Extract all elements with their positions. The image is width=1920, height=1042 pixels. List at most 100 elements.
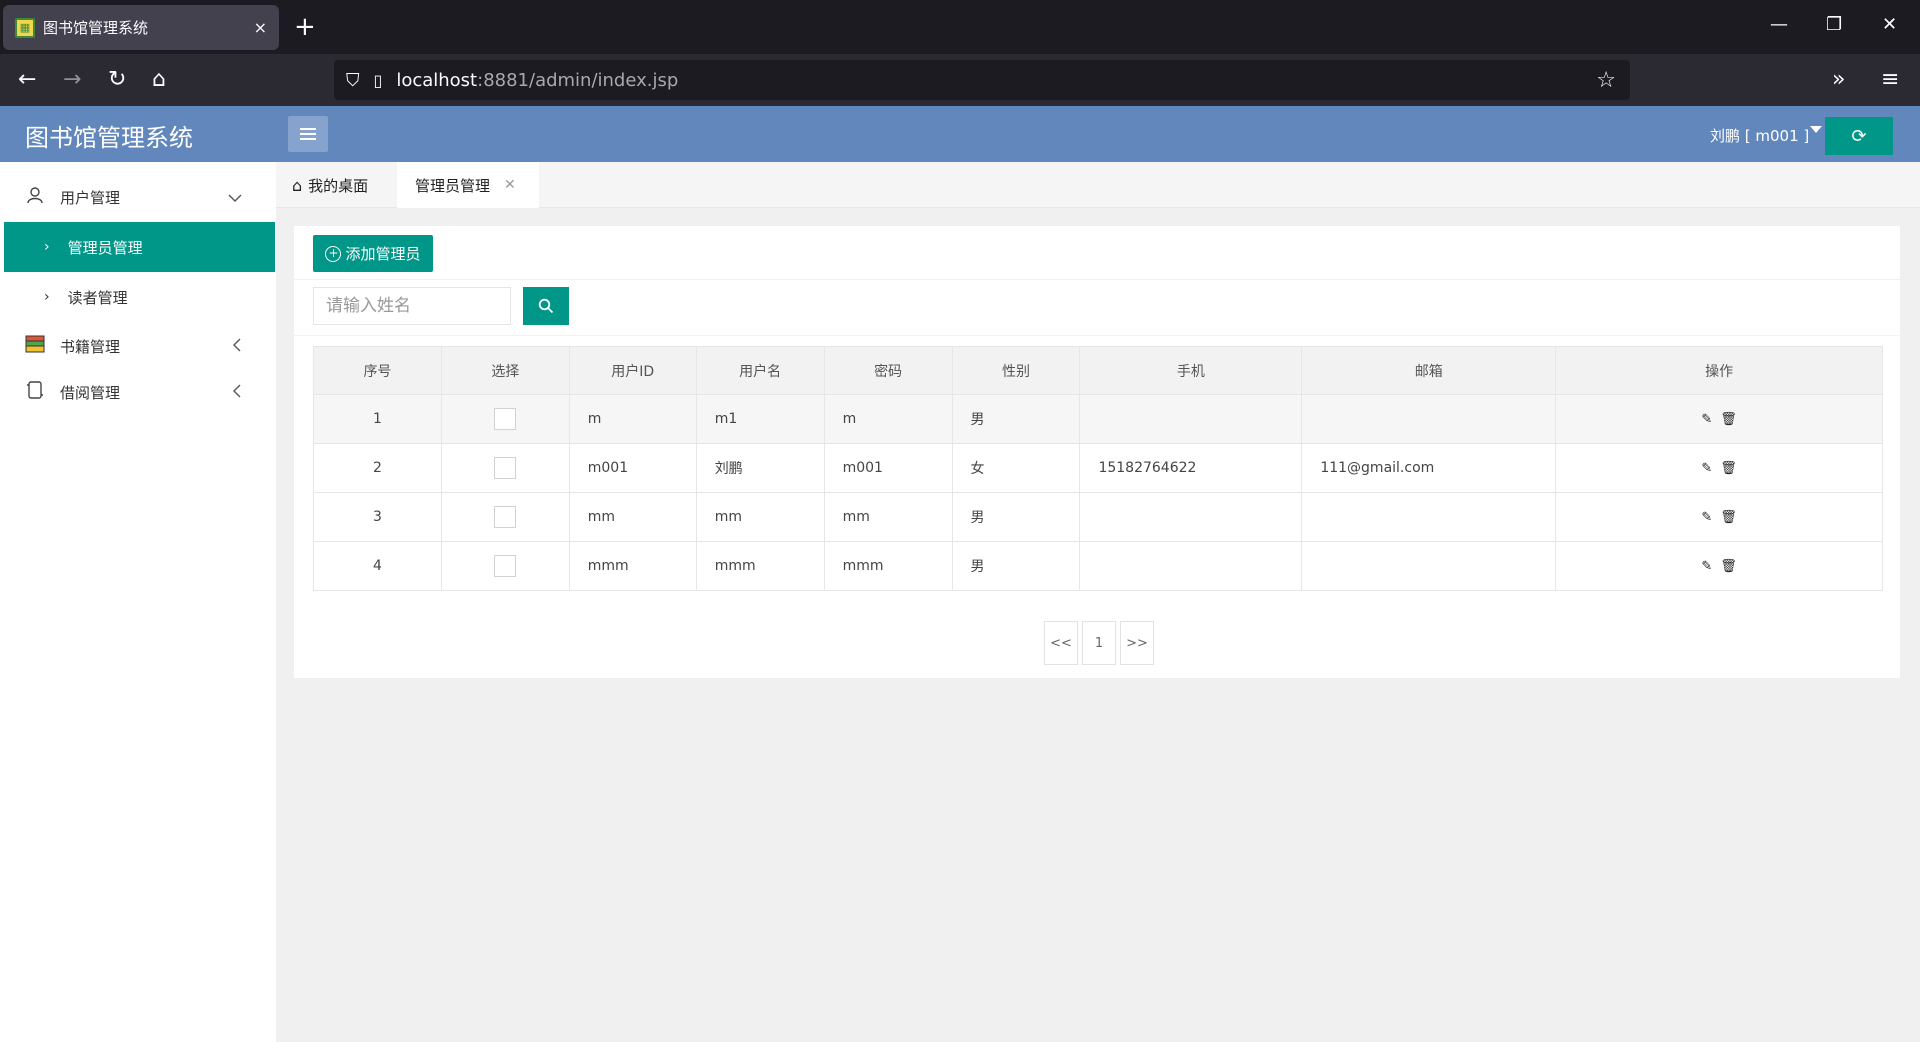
password-cell: mmm — [823, 541, 953, 591]
back-arrow-icon[interactable]: ← — [18, 67, 36, 93]
reload-icon[interactable]: ↻ — [108, 67, 126, 93]
username-cell: m1 — [695, 394, 825, 444]
hamburger-menu-icon[interactable]: ≡ — [1881, 67, 1899, 93]
row-number: 3 — [313, 492, 442, 542]
user-id-cell: m001 — [568, 443, 697, 493]
sidebar-group-books[interactable]: 书籍管理 — [0, 322, 276, 370]
sidebar-item-label: 读者管理 — [67, 288, 128, 307]
plus-circle-icon: + — [325, 245, 342, 262]
user-id-cell: mm — [568, 492, 697, 542]
name-search-input[interactable] — [313, 287, 511, 325]
table-header-row: 序号 选择 用户ID 用户名 密码 性别 手机 邮箱 操作 — [313, 346, 1883, 395]
home-icon: ⌂ — [292, 175, 303, 195]
row-checkbox[interactable] — [494, 555, 517, 577]
actions-cell: ✎ 🗑 — [1555, 541, 1883, 591]
username-cell: mmm — [695, 541, 825, 591]
refresh-button[interactable]: ⟳ — [1825, 117, 1893, 155]
actions-cell: ✎ 🗑 — [1555, 443, 1883, 493]
caret-down-icon[interactable] — [1810, 126, 1822, 133]
phone-cell — [1079, 541, 1303, 591]
forward-arrow-icon[interactable]: → — [63, 67, 81, 93]
app-header: 图书馆管理系统 刘鹏 [ m001 ] ⟳ — [0, 106, 1920, 162]
email-cell — [1301, 541, 1557, 591]
sidebar-group-label: 用户管理 — [60, 188, 121, 207]
sidebar-item-admin[interactable]: › 管理员管理 — [4, 222, 275, 272]
page-tabs: ⌂ 我的桌面 管理员管理 ✕ — [276, 162, 1920, 208]
column-header: 选择 — [440, 346, 570, 395]
sidebar-item-label: 管理员管理 — [67, 238, 143, 257]
search-button[interactable] — [523, 287, 569, 325]
edit-pencil-icon[interactable]: ✎ — [1701, 412, 1712, 427]
row-checkbox[interactable] — [494, 506, 517, 528]
toolbar: + 添加管理员 — [294, 226, 1900, 280]
close-icon[interactable]: ✕ — [504, 177, 516, 193]
sidebar-group-label: 借阅管理 — [60, 383, 121, 402]
minimize-button[interactable]: — — [1770, 14, 1788, 35]
add-admin-button[interactable]: + 添加管理员 — [313, 235, 433, 272]
password-cell: m001 — [823, 443, 953, 493]
browser-tab-bar: ▦ 图书馆管理系统 × + — ❐ ✕ — [0, 0, 1920, 54]
email-cell — [1301, 394, 1557, 444]
edit-pencil-icon[interactable]: ✎ — [1701, 510, 1712, 525]
table-row: 1 m m1 m 男 ✎ 🗑 — [313, 394, 1883, 444]
user-menu[interactable]: 刘鹏 [ m001 ] — [1710, 125, 1809, 146]
row-number: 4 — [313, 541, 442, 591]
row-number: 2 — [313, 443, 442, 493]
content-card: + 添加管理员 序号 选择 用户ID 用户名 密码 性别 手机 邮箱 操作 — [294, 226, 1900, 678]
overflow-chevron-icon[interactable]: » — [1832, 67, 1845, 93]
close-tab-icon[interactable]: × — [254, 18, 267, 37]
phone-cell — [1079, 492, 1303, 542]
column-header: 手机 — [1079, 346, 1303, 395]
user-id-cell: m — [568, 394, 697, 444]
edit-pencil-icon[interactable]: ✎ — [1701, 559, 1712, 574]
app-logo: 图书馆管理系统 — [25, 124, 193, 152]
bookmark-star-icon[interactable]: ☆ — [1596, 68, 1616, 93]
close-window-button[interactable]: ✕ — [1882, 14, 1897, 35]
gender-cell: 男 — [951, 492, 1081, 542]
password-cell: m — [823, 394, 953, 444]
url-bar[interactable]: ⛉ ▯ localhost :8881/admin/index.jsp ☆ — [334, 60, 1630, 100]
prev-page-button[interactable]: << — [1044, 621, 1078, 665]
sidebar-group-users[interactable]: 用户管理 — [0, 173, 276, 221]
home-icon[interactable]: ⌂ — [152, 67, 166, 93]
trash-icon[interactable]: 🗑 — [1720, 461, 1737, 476]
tab-label: 我的桌面 — [308, 176, 369, 195]
page-number-button[interactable]: 1 — [1082, 621, 1116, 665]
row-select-cell — [440, 443, 570, 493]
row-number: 1 — [313, 394, 442, 444]
browser-tab[interactable]: ▦ 图书馆管理系统 × — [3, 5, 279, 50]
gender-cell: 男 — [951, 541, 1081, 591]
row-checkbox[interactable] — [494, 457, 517, 479]
email-cell — [1301, 492, 1557, 542]
list-icon — [300, 138, 316, 140]
page-icon: ▯ — [373, 70, 383, 90]
trash-icon[interactable]: 🗑 — [1720, 510, 1737, 525]
browser-tab-title: 图书馆管理系统 — [43, 19, 149, 37]
row-checkbox[interactable] — [494, 408, 517, 430]
shield-icon[interactable]: ⛉ — [346, 70, 360, 91]
user-id-cell: mmm — [568, 541, 697, 591]
new-tab-button[interactable]: + — [294, 12, 316, 42]
chevron-left-icon — [232, 337, 242, 356]
pagination: << 1 >> — [1044, 621, 1154, 665]
sidebar-group-borrowing[interactable]: 借阅管理 — [0, 368, 276, 416]
sidebar-item-readers[interactable]: › 读者管理 — [0, 272, 276, 322]
admin-table: 序号 选择 用户ID 用户名 密码 性别 手机 邮箱 操作 1 m m1 m 男 — [313, 346, 1883, 591]
tab-label: 管理员管理 — [415, 176, 491, 195]
edit-pencil-icon[interactable]: ✎ — [1701, 461, 1712, 476]
user-icon — [24, 186, 46, 209]
list-icon — [300, 128, 316, 130]
column-header: 操作 — [1555, 346, 1883, 395]
trash-icon[interactable]: 🗑 — [1720, 559, 1737, 574]
sidebar: 用户管理 › 管理员管理 › 读者管理 书籍管理 借阅管理 — [0, 162, 276, 1042]
restore-button[interactable]: ❐ — [1826, 14, 1842, 35]
column-header: 性别 — [951, 346, 1081, 395]
sidebar-toggle-button[interactable] — [288, 116, 328, 152]
username-cell: 刘鹏 — [695, 443, 825, 493]
next-page-button[interactable]: >> — [1120, 621, 1154, 665]
trash-icon[interactable]: 🗑 — [1720, 412, 1737, 427]
chevron-down-icon — [228, 188, 242, 207]
row-select-cell — [440, 492, 570, 542]
tab-desktop[interactable]: ⌂ 我的桌面 — [292, 162, 368, 208]
tab-admin-management[interactable]: 管理员管理 ✕ — [397, 162, 539, 208]
